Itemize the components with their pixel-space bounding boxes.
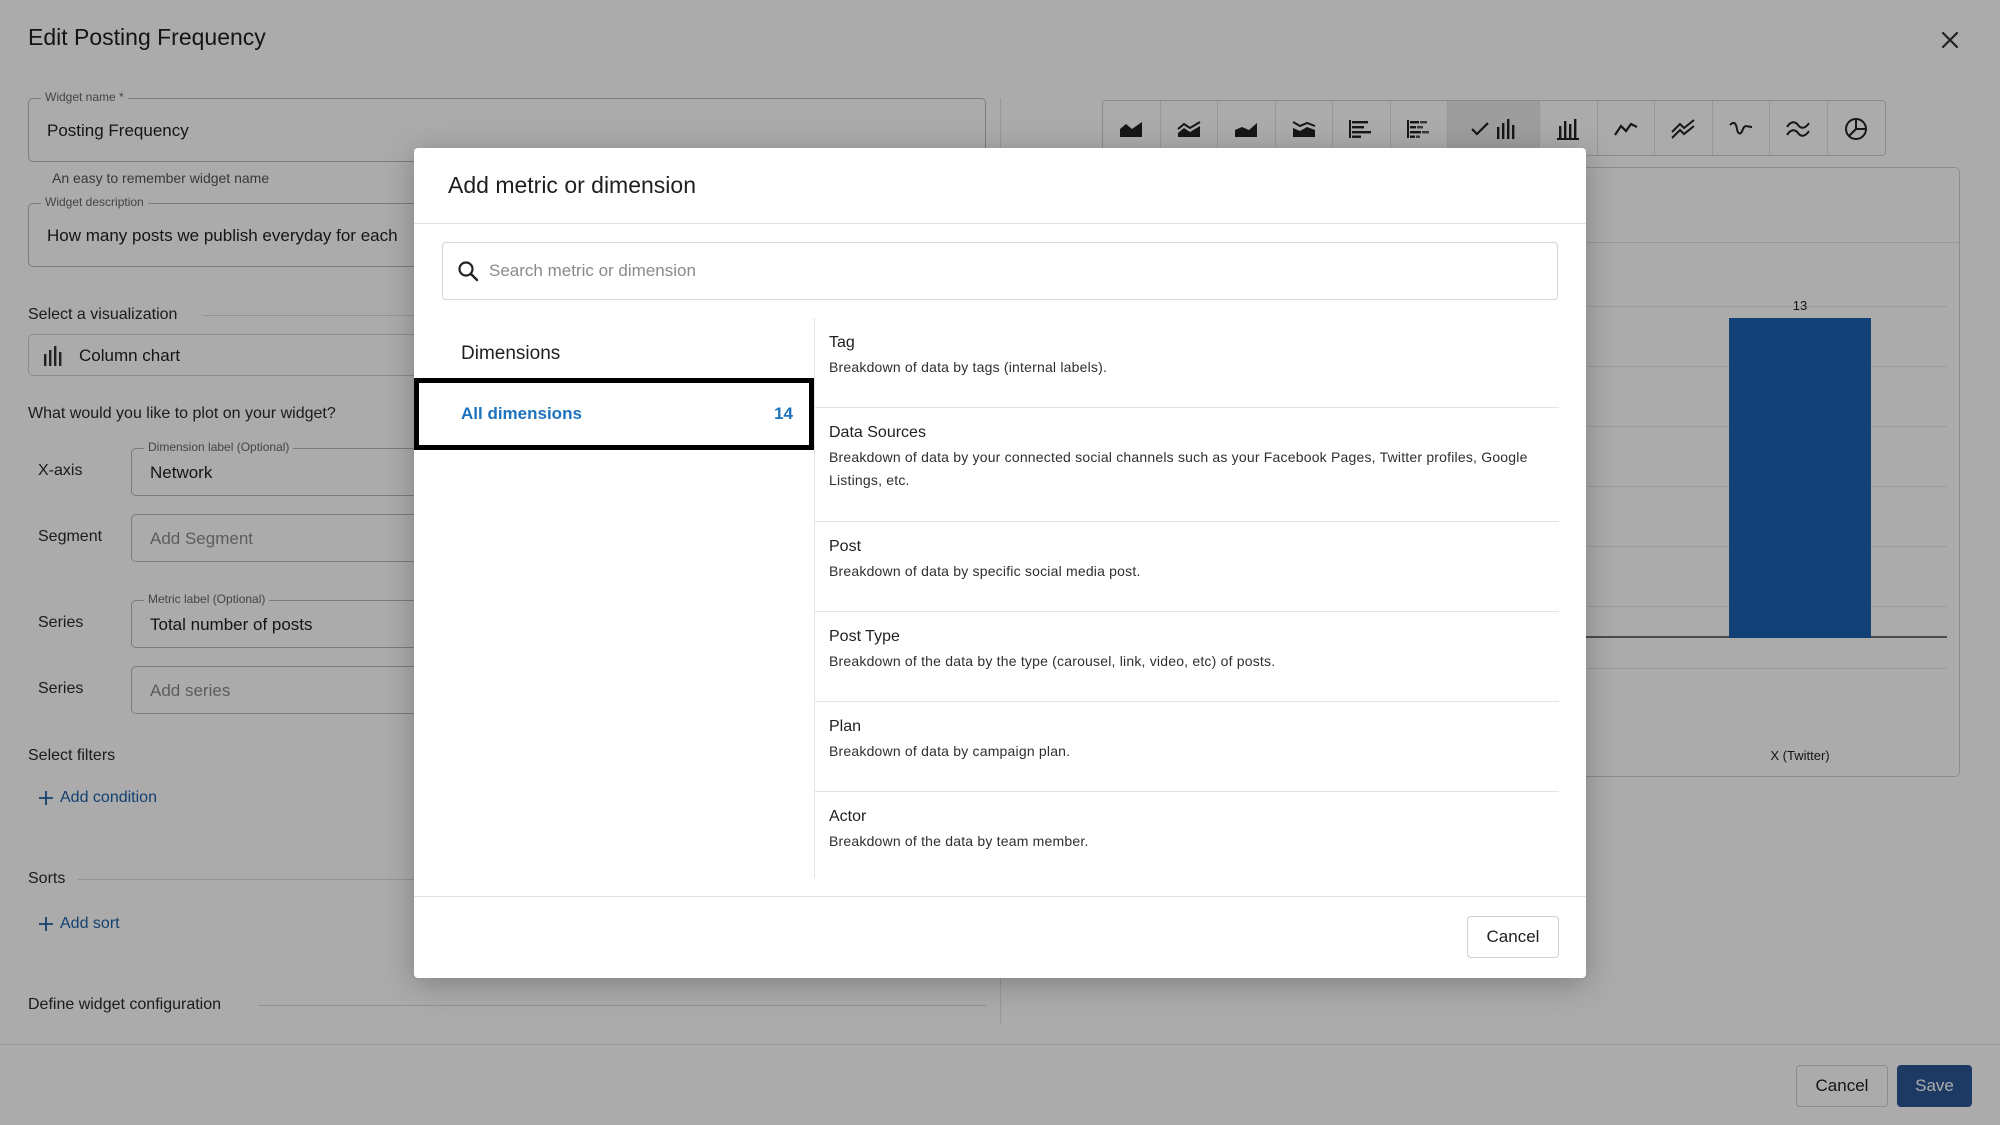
dimension-item-actor[interactable]: Actor Breakdown of the data by team memb… — [815, 792, 1559, 878]
search-box — [442, 242, 1558, 300]
dimension-description: Breakdown of data by specific social med… — [829, 563, 1141, 579]
dimension-description: Breakdown of data by your connected soci… — [829, 449, 1528, 488]
dialog-cancel-button[interactable]: Cancel — [1467, 916, 1559, 958]
dimension-name: Plan — [829, 718, 862, 735]
dimension-description: Breakdown of data by campaign plan. — [829, 743, 1071, 759]
dimension-name: Post Type — [829, 628, 900, 645]
dimension-item-plan[interactable]: Plan Breakdown of data by campaign plan. — [815, 702, 1559, 792]
all-dimensions-count: 14 — [774, 404, 793, 423]
dialog-title: Add metric or dimension — [448, 172, 696, 198]
dimension-name: Data Sources — [829, 424, 926, 441]
dialog-header-divider — [414, 223, 1586, 224]
dimension-name: Actor — [829, 808, 867, 825]
dimension-item-post-type[interactable]: Post Type Breakdown of the data by the t… — [815, 612, 1559, 702]
dimension-description: Breakdown of the data by team member. — [829, 833, 1089, 849]
dimension-item-post[interactable]: Post Breakdown of data by specific socia… — [815, 522, 1559, 612]
dimension-description: Breakdown of the data by the type (carou… — [829, 653, 1276, 669]
dimension-list: Tag Breakdown of data by tags (internal … — [815, 318, 1559, 878]
dimension-name: Post — [829, 538, 862, 555]
dimension-description: Breakdown of data by tags (internal labe… — [829, 359, 1108, 375]
add-metric-dialog: Add metric or dimension Dimensions All d… — [414, 148, 1586, 978]
all-dimensions-label: All dimensions — [461, 404, 582, 423]
search-input[interactable] — [489, 255, 1529, 287]
dimension-item-tag[interactable]: Tag Breakdown of data by tags (internal … — [815, 318, 1559, 408]
dialog-footer-divider — [414, 896, 1586, 897]
dimensions-heading: Dimensions — [461, 343, 561, 364]
search-icon — [458, 261, 479, 282]
dimension-item-data-sources[interactable]: Data Sources Breakdown of data by your c… — [815, 408, 1559, 522]
all-dimensions-tab[interactable]: All dimensions 14 — [414, 378, 814, 450]
dimension-name: Tag — [829, 334, 855, 351]
